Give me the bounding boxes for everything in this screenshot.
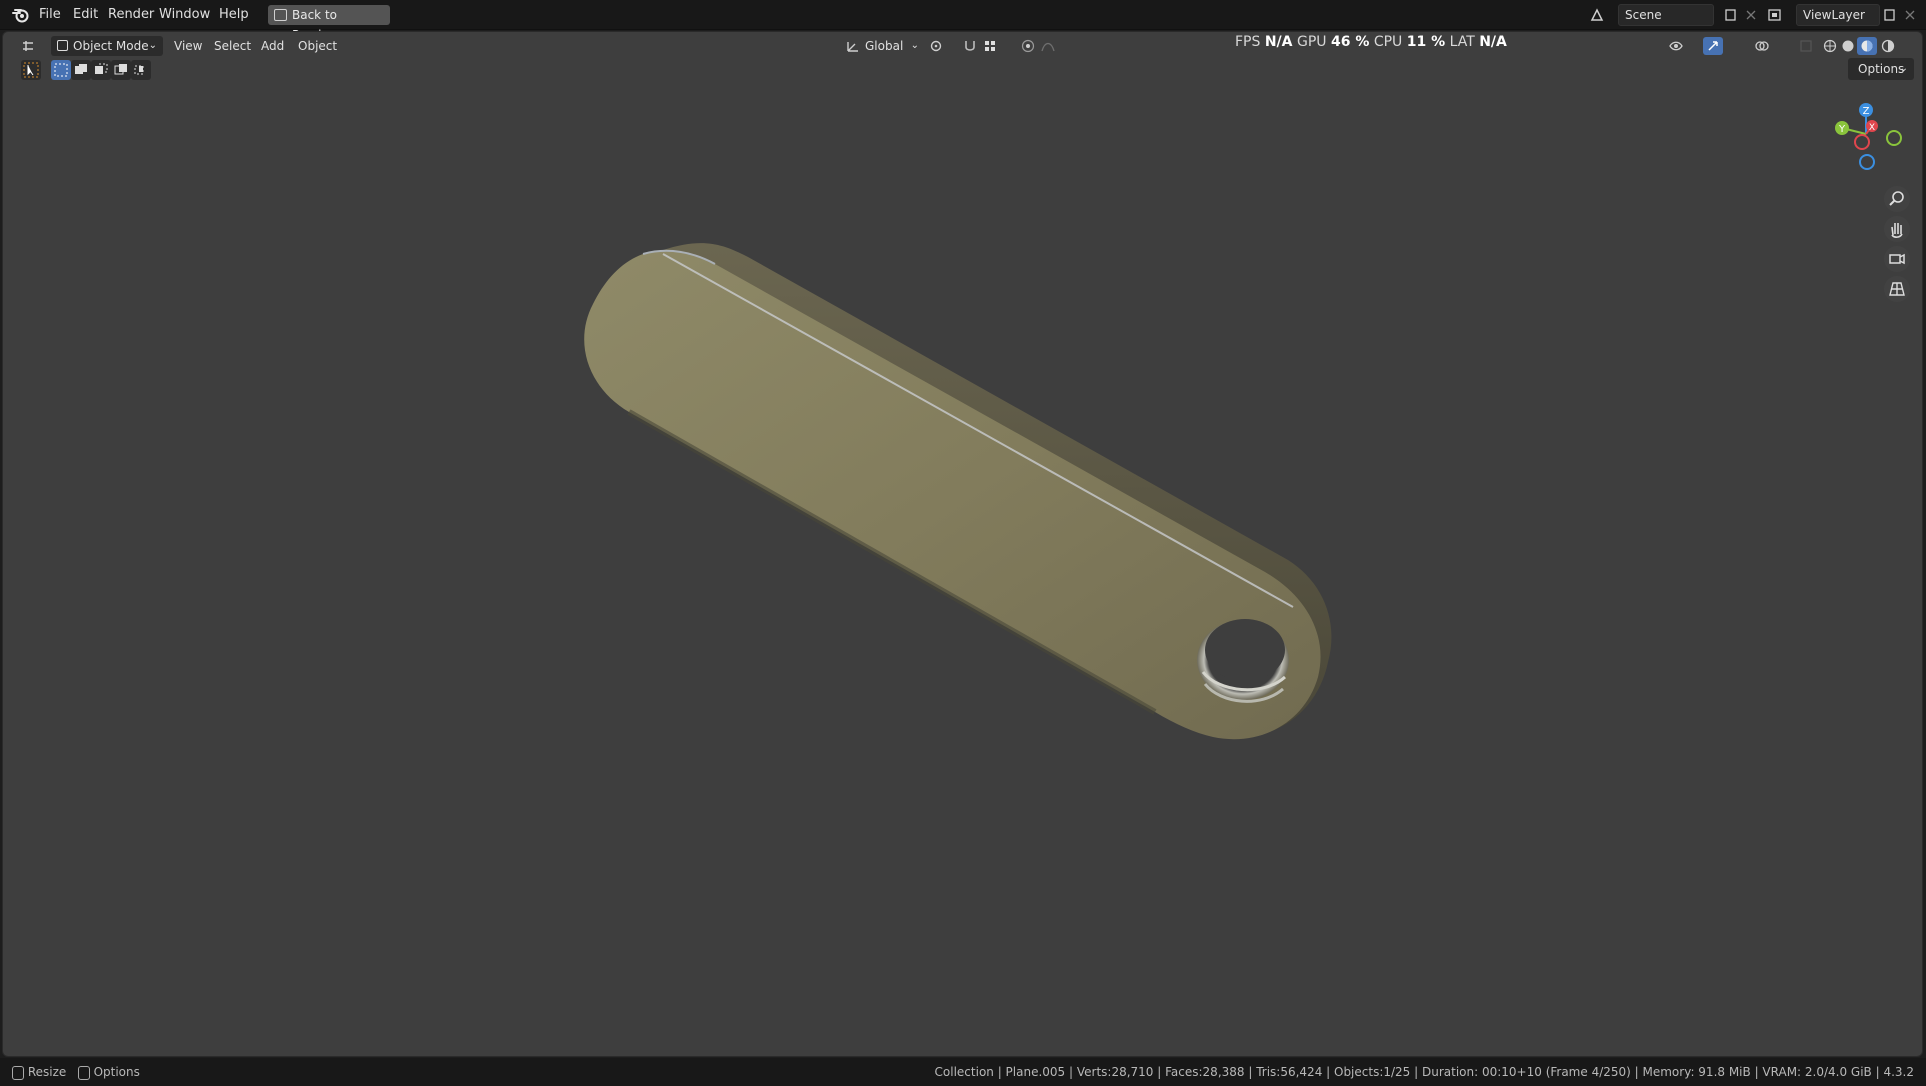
select-extend-icon: [75, 64, 87, 74]
perspective-toggle-button[interactable]: [1884, 276, 1910, 302]
fps-label: FPS: [1235, 34, 1261, 50]
select-tool-button[interactable]: [21, 60, 41, 80]
scene-statistics: Collection | Plane.005 | Verts:28,710 | …: [934, 1065, 1914, 1079]
options-hint: Options: [93, 1065, 140, 1079]
x-axis-label: X: [1869, 123, 1875, 133]
neg-z-axis-icon[interactable]: [1859, 154, 1875, 170]
3d-viewport[interactable]: Object Mode ⌄ View Select Add Object Glo…: [2, 31, 1923, 1057]
menu-file[interactable]: File: [33, 0, 67, 30]
select-intersect-button[interactable]: [131, 60, 151, 80]
snap-target-icon[interactable]: [983, 39, 997, 53]
menu-render[interactable]: Render: [102, 0, 160, 30]
back-to-previous-button[interactable]: Back to Previous: [268, 5, 390, 42]
pan-button[interactable]: [1884, 216, 1910, 242]
select-subtract-button[interactable]: [91, 60, 111, 80]
transform-orientation-dropdown[interactable]: Global ⌄: [843, 36, 921, 56]
z-axis-label: Z: [1863, 106, 1870, 117]
gizmo-icon: [1708, 41, 1718, 51]
camera-icon: [1889, 253, 1905, 265]
cpu-label: CPU: [1373, 34, 1403, 50]
new-scene-icon[interactable]: [1724, 8, 1738, 22]
status-bar: Resize Options Collection | Plane.005 | …: [0, 1058, 1926, 1086]
material-preview-icon: [1861, 40, 1873, 52]
solid-shading-icon[interactable]: [1841, 39, 1855, 53]
zoom-icon: [1889, 191, 1904, 206]
material-preview-button[interactable]: [1857, 37, 1877, 55]
object-mode-label: Object Mode: [73, 39, 149, 53]
orientation-label: Global: [865, 39, 904, 53]
select-subtract-icon: [95, 63, 108, 74]
status-left: Resize Options: [12, 1058, 140, 1086]
falloff-icon[interactable]: [1041, 39, 1055, 53]
snap-icon[interactable]: [963, 39, 977, 53]
pivot-point-icon[interactable]: [929, 39, 943, 53]
navigation-gizmo[interactable]: Z Y X: [1830, 94, 1910, 174]
menu-object[interactable]: Object: [298, 36, 337, 56]
menu-window[interactable]: Window: [153, 0, 216, 30]
object-mode-icon: [57, 40, 68, 51]
viewport-canvas[interactable]: [3, 32, 1923, 1057]
blender-logo-icon[interactable]: [12, 7, 30, 23]
overlays-icon[interactable]: [1755, 39, 1769, 53]
options-dropdown[interactable]: Options ⌄: [1848, 58, 1914, 80]
menu-edit[interactable]: Edit: [67, 0, 104, 30]
select-new-button[interactable]: [51, 60, 71, 80]
top-menu-bar: File Edit Render Window Help Back to Pre…: [0, 0, 1926, 42]
grid-icon: [1889, 282, 1905, 296]
wireframe-shading-icon[interactable]: [1823, 39, 1837, 53]
close-view-layer-icon[interactable]: [1903, 8, 1917, 22]
view-layer-field[interactable]: ViewLayer: [1796, 4, 1880, 26]
scene-name: Scene: [1625, 8, 1662, 22]
neg-y-axis-icon[interactable]: [1886, 130, 1902, 146]
gizmo-toggle-button[interactable]: [1703, 37, 1723, 55]
performance-stats: FPS N/A GPU 46 % CPU 11 % LAT N/A: [1235, 34, 1507, 50]
menu-add[interactable]: Add: [261, 36, 284, 56]
menu-help[interactable]: Help: [213, 0, 255, 30]
lat-label: LAT: [1449, 34, 1475, 50]
cpu-value: 11 %: [1406, 34, 1446, 50]
back-icon: [274, 9, 287, 21]
select-invert-button[interactable]: [111, 60, 131, 80]
proportional-editing-icon[interactable]: [1021, 39, 1035, 53]
chevron-down-icon: ⌄: [1899, 63, 1908, 74]
view-layer-icon[interactable]: [1768, 8, 1782, 22]
select-intersect-icon: [134, 65, 144, 75]
gpu-label: GPU: [1296, 34, 1327, 50]
close-scene-icon[interactable]: [1744, 8, 1758, 22]
scene-field[interactable]: Scene: [1618, 4, 1714, 26]
lat-value: N/A: [1479, 34, 1507, 50]
chevron-down-icon: ⌄: [910, 40, 919, 51]
viewport-header: Object Mode ⌄ View Select Add Object Glo…: [3, 32, 1922, 60]
chevron-down-icon: ⌄: [148, 40, 157, 51]
fps-value: N/A: [1264, 34, 1293, 50]
resize-hint: Resize: [27, 1065, 67, 1079]
select-extend-button[interactable]: [71, 60, 91, 80]
new-view-layer-icon[interactable]: [1883, 8, 1897, 22]
select-new-icon: [54, 63, 68, 77]
mouse-right-icon: [77, 1065, 90, 1080]
scene-icon[interactable]: [1590, 8, 1604, 22]
hand-icon: [1891, 223, 1903, 238]
options-label: Options: [1858, 62, 1905, 76]
mouse-icon: [12, 1065, 24, 1080]
editor-type-icon[interactable]: [21, 39, 35, 53]
neg-x-axis-icon[interactable]: [1854, 134, 1870, 150]
wrench-object[interactable]: [584, 243, 1332, 740]
view-layer-name: ViewLayer: [1803, 8, 1865, 22]
menu-select[interactable]: Select: [214, 36, 251, 56]
object-mode-dropdown[interactable]: Object Mode ⌄: [51, 36, 163, 56]
select-invert-icon: [114, 64, 127, 75]
orientation-icon: [847, 42, 858, 52]
cursor-icon: [23, 62, 39, 78]
xray-toggle-icon[interactable]: [1799, 39, 1813, 53]
visibility-icon[interactable]: [1669, 39, 1683, 53]
zoom-button[interactable]: [1884, 186, 1910, 212]
gpu-value: 46 %: [1330, 34, 1370, 50]
menu-view[interactable]: View: [174, 36, 202, 56]
camera-view-button[interactable]: [1884, 246, 1910, 272]
rendered-shading-icon[interactable]: [1881, 39, 1895, 53]
y-axis-label: Y: [1838, 124, 1846, 135]
